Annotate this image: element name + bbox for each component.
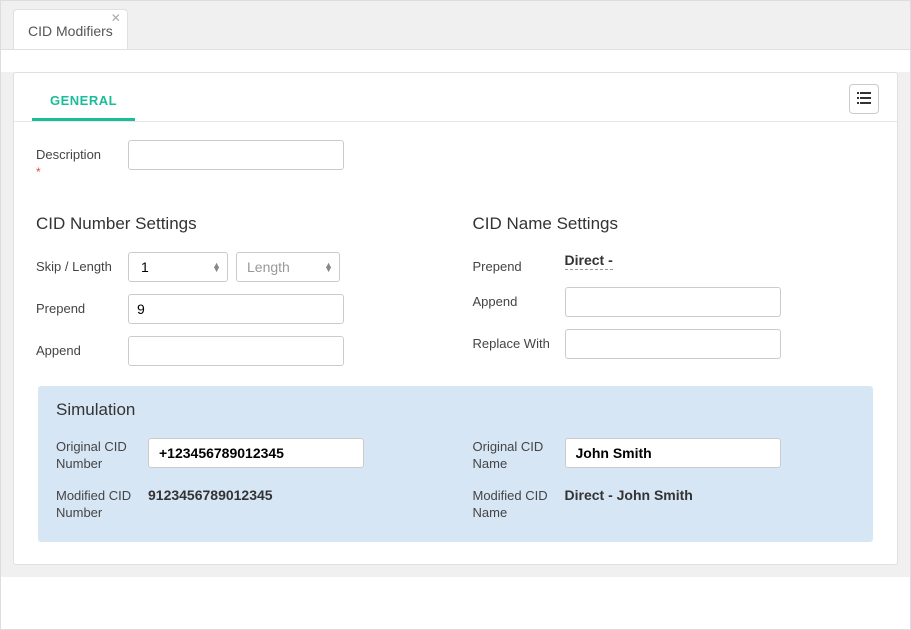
length-spin-buttons[interactable]: ▲▼	[324, 263, 333, 271]
main-panel: GENERAL Description	[13, 72, 898, 565]
window-tabstrip: CID Modifiers ✕	[1, 1, 910, 50]
name-prepend-label: Prepend	[473, 252, 565, 276]
skip-spin-buttons[interactable]: ▲▼	[212, 263, 221, 271]
num-append-label: Append	[36, 336, 128, 360]
list-icon	[856, 90, 872, 109]
mod-name-value: Direct - John Smith	[565, 483, 856, 503]
description-label: Description *	[36, 140, 128, 180]
section-title-name: CID Name Settings	[473, 214, 876, 234]
name-replace-input[interactable]	[565, 329, 781, 359]
name-append-label: Append	[473, 287, 565, 311]
length-stepper[interactable]: Length ▲▼	[236, 252, 340, 282]
cid-number-settings: CID Number Settings Skip / Length ▲▼ Len…	[36, 210, 439, 378]
skip-stepper[interactable]: ▲▼	[128, 252, 228, 282]
orig-name-label: Original CID Name	[473, 434, 565, 473]
num-prepend-label: Prepend	[36, 294, 128, 318]
mod-num-label: Modified CID Number	[56, 483, 148, 522]
name-prepend-value: Direct -	[565, 252, 613, 270]
orig-name-input[interactable]	[565, 438, 781, 468]
tab-title: CID Modifiers	[28, 23, 113, 39]
num-prepend-input[interactable]	[128, 294, 344, 324]
skip-input[interactable]	[139, 258, 199, 276]
orig-num-label: Original CID Number	[56, 434, 148, 473]
mod-num-value: 9123456789012345	[148, 483, 439, 503]
simulation-section: Simulation Original CID Number Modified …	[38, 386, 873, 542]
description-input[interactable]	[128, 140, 344, 170]
name-prepend-input[interactable]: Direct -	[565, 252, 613, 270]
close-icon[interactable]: ✕	[111, 12, 121, 24]
tab-cid-modifiers[interactable]: CID Modifiers ✕	[13, 9, 128, 49]
panel-header: GENERAL	[14, 73, 897, 122]
name-replace-label: Replace With	[473, 329, 565, 353]
skip-length-label: Skip / Length	[36, 252, 128, 276]
name-append-input[interactable]	[565, 287, 781, 317]
list-view-button[interactable]	[849, 84, 879, 114]
description-row: Description *	[36, 140, 875, 180]
required-indicator: *	[36, 164, 128, 180]
simulation-title: Simulation	[56, 400, 855, 420]
subtabs: GENERAL	[32, 83, 135, 121]
cid-name-settings: CID Name Settings Prepend Direct - Appen…	[473, 210, 876, 378]
num-append-input[interactable]	[128, 336, 344, 366]
mod-name-label: Modified CID Name	[473, 483, 565, 522]
tab-general[interactable]: GENERAL	[32, 83, 135, 121]
orig-num-input[interactable]	[148, 438, 364, 468]
section-title-number: CID Number Settings	[36, 214, 439, 234]
length-placeholder: Length	[247, 259, 290, 275]
